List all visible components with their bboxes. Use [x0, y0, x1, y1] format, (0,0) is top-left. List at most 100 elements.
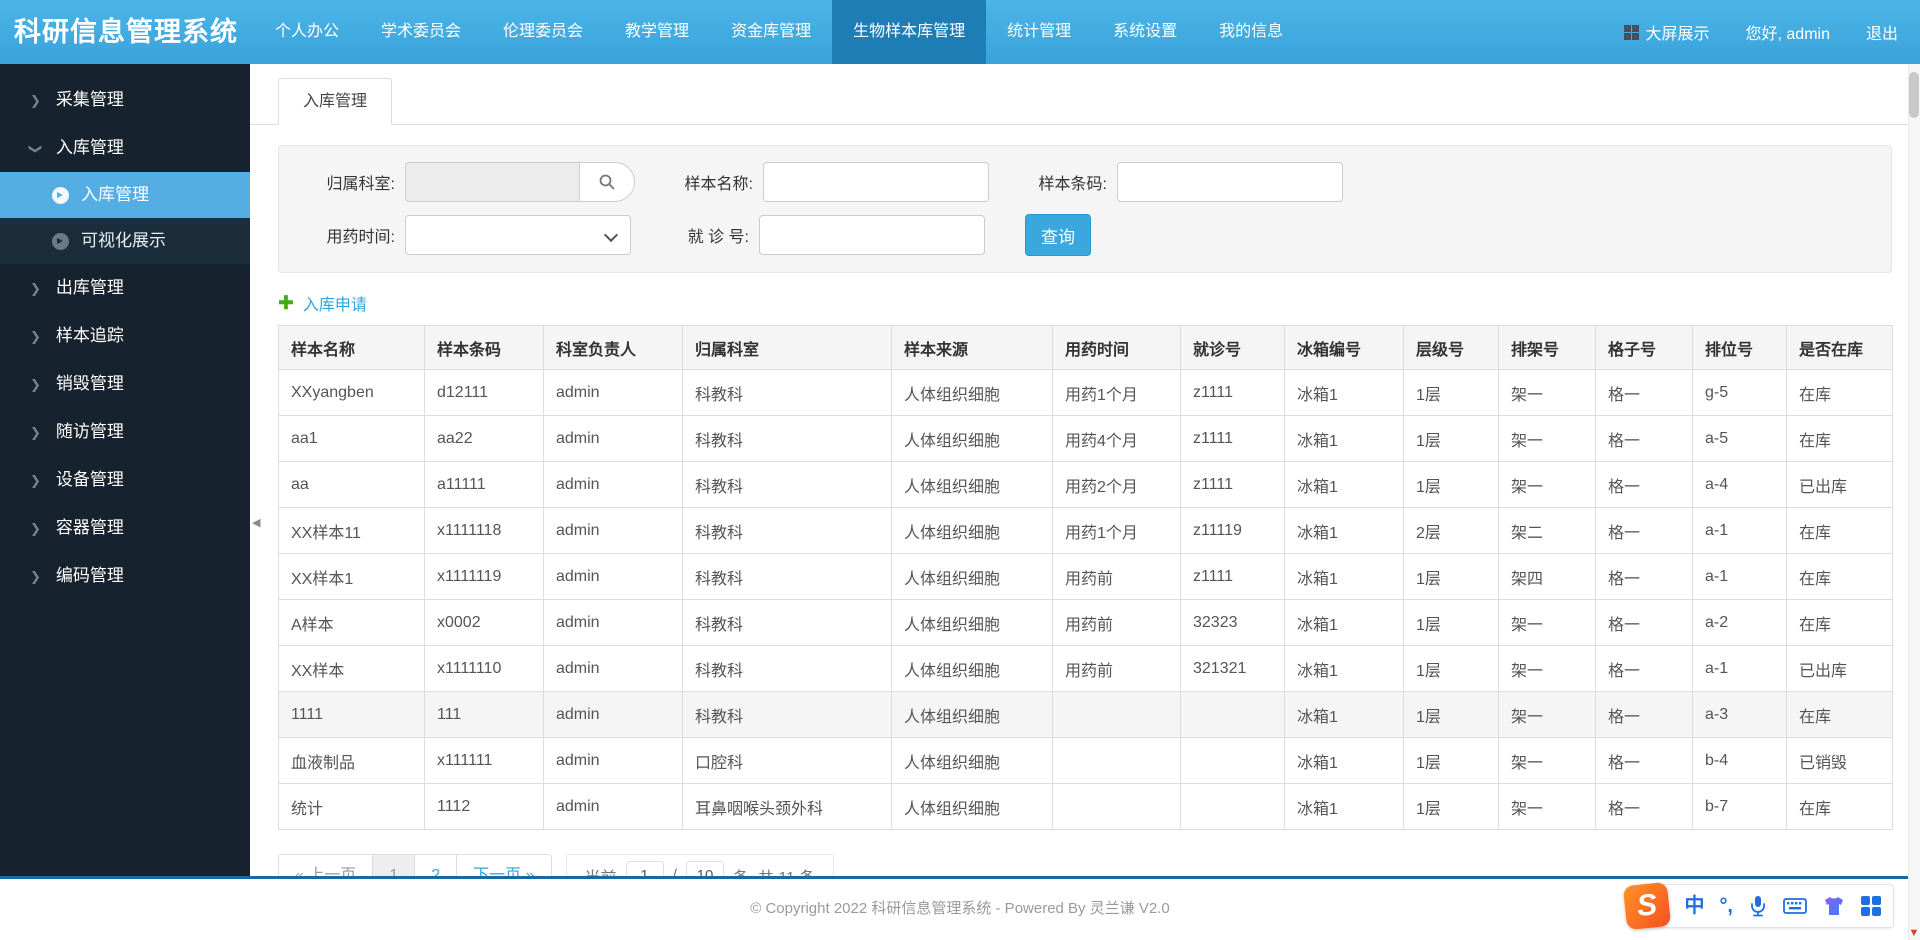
toolbox-grid-icon[interactable] — [1861, 896, 1881, 916]
chevron-icon: ❯ — [30, 281, 41, 296]
user-greeting[interactable]: 您好, admin — [1746, 20, 1830, 44]
big-screen-link[interactable]: 大屏展示 — [1624, 20, 1710, 44]
table-cell: 在库 — [1786, 553, 1893, 600]
scrollbar-thumb[interactable] — [1909, 72, 1919, 118]
table-row[interactable]: 统计 1112 admin 耳鼻咽喉头颈外科 人体组织细胞 冰箱1 1层 架一 格一 b-7 在库 — [278, 783, 1893, 830]
table-cell: a-1 — [1692, 553, 1787, 600]
page-number-button[interactable]: 1 — [373, 855, 416, 876]
table-cell: 1层 — [1403, 691, 1499, 738]
visit-no-input[interactable] — [759, 215, 985, 255]
table-cell: 用药前 — [1052, 553, 1181, 600]
table-cell: admin — [543, 553, 683, 600]
nav-item[interactable]: 生物样本库管理 — [832, 0, 987, 64]
nav-item[interactable]: 个人办公 — [254, 0, 360, 64]
table-cell: 科教科 — [682, 691, 892, 738]
table-cell: 1层 — [1403, 415, 1499, 462]
plus-icon: ✚ — [278, 292, 294, 314]
table-cell — [1052, 691, 1181, 738]
table-row[interactable]: 血液制品 x111111 admin 口腔科 人体组织细胞 冰箱1 1层 架一 格一 b-4 已销毁 — [278, 737, 1893, 784]
nav-item[interactable]: 统计管理 — [986, 0, 1092, 64]
sidebar-item[interactable]: ❯ 采集管理 — [0, 76, 250, 124]
sidebar-item[interactable]: ❯ 容器管理 — [0, 504, 250, 552]
table-cell: 1层 — [1403, 461, 1499, 508]
sidebar-item[interactable]: ❯ 设备管理 — [0, 456, 250, 504]
add-inbound-link[interactable]: ✚ 入库申请 — [278, 291, 367, 315]
nav-item[interactable]: 伦理委员会 — [482, 0, 604, 64]
table-cell: 用药4个月 — [1052, 415, 1181, 462]
table-row[interactable]: A样本 x0002 admin 科教科 人体组织细胞 用药前 32323 冰箱1 1层 架一 格一 a… — [278, 599, 1893, 646]
pager-info-suffix: 条, 共 11 条 — [733, 864, 815, 876]
table-row[interactable]: XX样本 x1111110 admin 科教科 人体组织细胞 用药前 321321 冰箱1 1层… — [278, 645, 1893, 692]
column-header: 样本条码 — [424, 325, 544, 370]
chevron-icon: ❯ — [30, 569, 41, 584]
nav-item[interactable]: 学术委员会 — [360, 0, 482, 64]
table-cell: a11111 — [424, 461, 544, 508]
table-cell: 人体组织细胞 — [891, 783, 1053, 830]
page-size-box[interactable]: 10 — [686, 861, 724, 876]
language-toggle-icon[interactable]: 中 — [1684, 896, 1704, 916]
table-cell — [1052, 737, 1181, 784]
keyboard-icon[interactable] — [1783, 897, 1807, 915]
table-cell: 冰箱1 — [1284, 507, 1404, 554]
column-header: 格子号 — [1595, 325, 1693, 370]
prev-page-button[interactable]: « 上一页 — [279, 855, 374, 876]
skin-shirt-icon[interactable] — [1822, 895, 1846, 917]
microphone-icon[interactable] — [1748, 895, 1768, 917]
sidebar-subitem[interactable]: 可视化展示 — [0, 218, 250, 264]
sidebar-item[interactable]: ❯ 出库管理 — [0, 264, 250, 312]
chevron-icon: ❯ — [30, 425, 41, 440]
table-cell — [1180, 691, 1285, 738]
nav-item[interactable]: 系统设置 — [1092, 0, 1198, 64]
sidebar-item[interactable]: ❯ 编码管理 — [0, 552, 250, 600]
query-button[interactable]: 查询 — [1025, 214, 1091, 256]
table-cell: a-1 — [1692, 645, 1787, 692]
circle-arrow-icon — [52, 232, 69, 250]
table-row[interactable]: aa1 aa22 admin 科教科 人体组织细胞 用药4个月 z1111 冰箱1 1层 架一 格一… — [278, 415, 1893, 462]
column-header: 用药时间 — [1052, 325, 1181, 370]
next-page-button[interactable]: 下一页 » — [457, 855, 550, 876]
table-row[interactable]: 1111 111 admin 科教科 人体组织细胞 冰箱1 1层 架一 格一 a-3 在库 — [278, 691, 1893, 738]
sample-name-field-group: 样本名称: — [655, 162, 989, 202]
current-page-box[interactable]: 1 — [625, 861, 664, 876]
tab-inbound-management[interactable]: 入库管理 — [278, 78, 393, 125]
sidebar-item[interactable]: ❯ 入库管理 — [0, 124, 250, 172]
table-cell: 在库 — [1786, 507, 1893, 554]
scrollbar-down-arrow[interactable]: ▼ — [1908, 928, 1920, 939]
table-row[interactable]: XX样本11 x1111118 admin 科教科 人体组织细胞 用药1个月 z11119 冰… — [278, 507, 1893, 554]
sidebar-item[interactable]: ❯ 销毁管理 — [0, 360, 250, 408]
pager-info: 当前 1 / 10 条, 共 11 条 — [565, 854, 835, 876]
table-row[interactable]: XX样本1 x1111119 admin 科教科 人体组织细胞 用药前 z1111 冰箱1 1层… — [278, 553, 1893, 600]
table-cell: 人体组织细胞 — [891, 415, 1053, 462]
table-cell: admin — [543, 461, 683, 508]
page-number-button[interactable]: 2 — [415, 855, 458, 876]
table-cell: 在库 — [1786, 415, 1893, 462]
dept-input[interactable] — [405, 162, 579, 202]
sidebar-item[interactable]: ❯ 样本追踪 — [0, 312, 250, 360]
table-cell: admin — [543, 369, 683, 416]
punctuation-toggle-icon[interactable]: °, — [1719, 896, 1733, 916]
sidebar-subitem[interactable]: 入库管理 — [0, 172, 250, 218]
sidebar-collapse-handle[interactable]: ◀ — [252, 516, 260, 529]
table-row[interactable]: aa a11111 admin 科教科 人体组织细胞 用药2个月 z1111 冰箱1 1层 架一格… — [278, 461, 1893, 508]
table-cell: 格一 — [1595, 553, 1693, 600]
dept-search-button[interactable] — [579, 162, 635, 202]
table-cell: 格一 — [1595, 599, 1693, 646]
nav-item[interactable]: 资金库管理 — [710, 0, 832, 64]
table-cell: 在库 — [1786, 599, 1893, 646]
nav-item[interactable]: 我的信息 — [1198, 0, 1304, 64]
visit-no-label: 就 诊 号: — [687, 229, 749, 246]
table-cell: 科教科 — [682, 507, 892, 554]
column-header: 样本来源 — [891, 325, 1053, 370]
vertical-scrollbar[interactable]: ▼ — [1908, 64, 1920, 940]
sogou-logo-icon[interactable]: S — [1623, 881, 1672, 931]
medication-time-select[interactable] — [405, 215, 631, 255]
table-cell: 冰箱1 — [1284, 461, 1404, 508]
nav-item[interactable]: 教学管理 — [604, 0, 710, 64]
sample-name-input[interactable] — [763, 162, 989, 202]
table-cell: 科教科 — [682, 553, 892, 600]
table-row[interactable]: XXyangben d12111 admin 科教科 人体组织细胞 用药1个月 z1111 冰… — [278, 369, 1893, 416]
sample-name-label: 样本名称: — [684, 176, 753, 193]
barcode-input[interactable] — [1117, 162, 1343, 202]
logout-link[interactable]: 退出 — [1866, 20, 1898, 44]
sidebar-item[interactable]: ❯ 随访管理 — [0, 408, 250, 456]
